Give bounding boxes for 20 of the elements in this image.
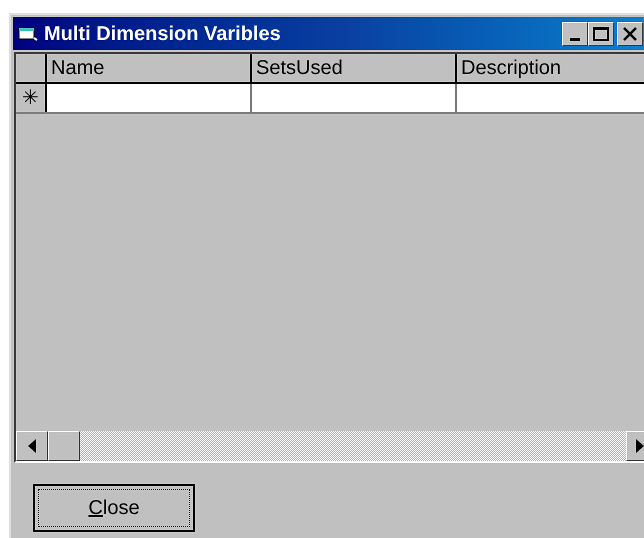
window-title: Multi Dimension Varibles: [44, 22, 282, 46]
window-icon: [18, 26, 38, 42]
table-cell[interactable]: [457, 84, 644, 112]
close-dialog-button[interactable]: Close: [33, 484, 195, 532]
table-cell[interactable]: [47, 84, 252, 112]
table-cell[interactable]: [252, 84, 457, 112]
horizontal-scrollbar[interactable]: [16, 431, 644, 461]
minimize-button[interactable]: [562, 22, 588, 46]
maximize-button[interactable]: [588, 22, 614, 46]
left-arrow-icon: [28, 439, 36, 453]
column-header[interactable]: SetsUsed: [252, 54, 457, 82]
column-header[interactable]: Description: [457, 54, 644, 82]
minimize-icon: [570, 38, 580, 40]
scroll-left-button[interactable]: [16, 431, 48, 461]
column-header[interactable]: Name: [47, 54, 252, 82]
close-button[interactable]: [617, 22, 643, 46]
right-arrow-icon: [636, 439, 644, 453]
maximize-icon: [593, 26, 609, 40]
close-icon: [623, 26, 637, 40]
scroll-thumb[interactable]: [48, 431, 80, 461]
